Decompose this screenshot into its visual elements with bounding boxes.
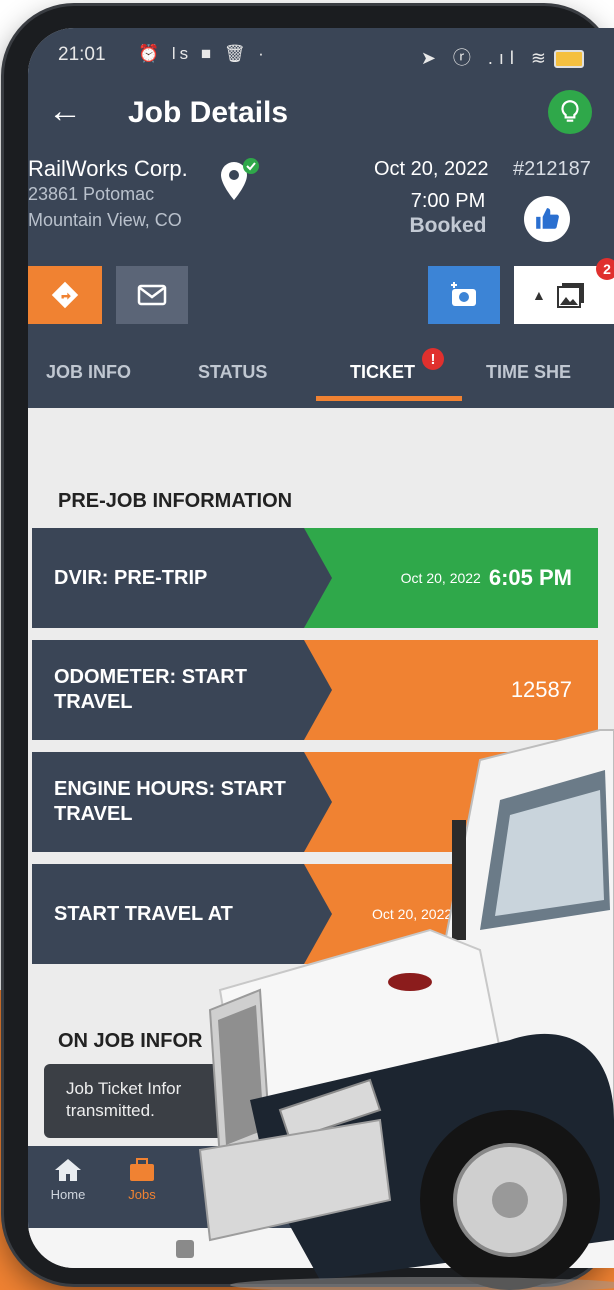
dvir-date: Oct 20, 2022 (400, 570, 481, 586)
briefcase-icon (130, 1158, 154, 1181)
status-bar: 21:01 ⏰ ls ■ 🗑 · ➤ ⓡ .ıl ≋ (58, 44, 584, 70)
nav-jobs[interactable]: Jobs (110, 1156, 174, 1202)
active-tab-indicator (316, 396, 462, 401)
job-header: 21:01 ⏰ ls ■ 🗑 · ➤ ⓡ .ıl ≋ ← Job Details… (28, 28, 614, 408)
battery-icon (554, 50, 584, 69)
mail-icon (137, 284, 167, 306)
truck-illustration (198, 729, 614, 1290)
photo-gallery-button[interactable]: ▲ 2 (514, 258, 614, 324)
location-pin-icon[interactable] (218, 156, 262, 206)
back-arrow-icon[interactable]: ← (48, 94, 82, 128)
page-title: Job Details (128, 96, 289, 129)
lightbulb-icon (561, 100, 579, 122)
ticket-alert-badge: ! (422, 348, 444, 370)
nav-jobs-label: Jobs (128, 1187, 156, 1202)
address-line-1: 23861 Potomac (28, 184, 155, 204)
tab-job-info[interactable]: JOB INFO (46, 362, 131, 383)
camera-add-icon (451, 282, 476, 306)
caret-up-icon: ▲ (532, 287, 546, 303)
company-name: RailWorks Corp. (28, 156, 188, 181)
photo-library-icon (556, 283, 584, 308)
tab-status[interactable]: STATUS (198, 362, 267, 383)
home-icon (55, 1159, 81, 1181)
status-time: 21:01 (58, 44, 106, 65)
photo-count-badge: 2 (596, 258, 614, 280)
nav-home-label: Home (50, 1187, 86, 1202)
thumbs-up-button[interactable] (524, 196, 570, 242)
dvir-time: 6:05 PM (488, 565, 572, 590)
email-button[interactable] (116, 266, 188, 324)
nav-home[interactable]: Home (36, 1156, 100, 1202)
job-date: Oct 20, 2022 (374, 158, 489, 180)
odometer-reading: 12587 (510, 677, 572, 702)
job-time: 7:00 PM (410, 190, 486, 212)
status-system-icons: ➤ ⓡ .ıl ≋ (421, 44, 584, 70)
thumbs-up-icon (536, 208, 559, 229)
pre-job-row-dvir[interactable]: Oct 20, 2022 6:05 PM DVIR: PRE-TRIP (32, 528, 598, 628)
dvir-label: DVIR: PRE-TRIP (54, 566, 208, 589)
directions-button[interactable] (28, 266, 102, 324)
lightbulb-button[interactable] (548, 90, 592, 134)
directions-icon (51, 281, 79, 309)
add-photo-button[interactable] (428, 266, 500, 324)
dvir-label-panel: DVIR: PRE-TRIP (32, 528, 332, 628)
tab-ticket[interactable]: TICKET (350, 362, 415, 383)
address-line-2: Mountain View, CO (28, 210, 182, 230)
dvir-value-panel: Oct 20, 2022 6:05 PM (302, 528, 598, 628)
job-status: Booked (409, 214, 487, 237)
status-notification-icons: ⏰ ls ■ 🗑 · (138, 44, 268, 63)
tab-bar: JOB INFO STATUS TICKET ! TIME SHE (28, 346, 614, 404)
job-number: #212187 (513, 158, 591, 180)
pre-job-section-title: PRE-JOB INFORMATION (58, 490, 293, 512)
dvir-value: Oct 20, 2022 6:05 PM (401, 528, 572, 628)
tab-time-sheet[interactable]: TIME SHE (486, 362, 571, 383)
